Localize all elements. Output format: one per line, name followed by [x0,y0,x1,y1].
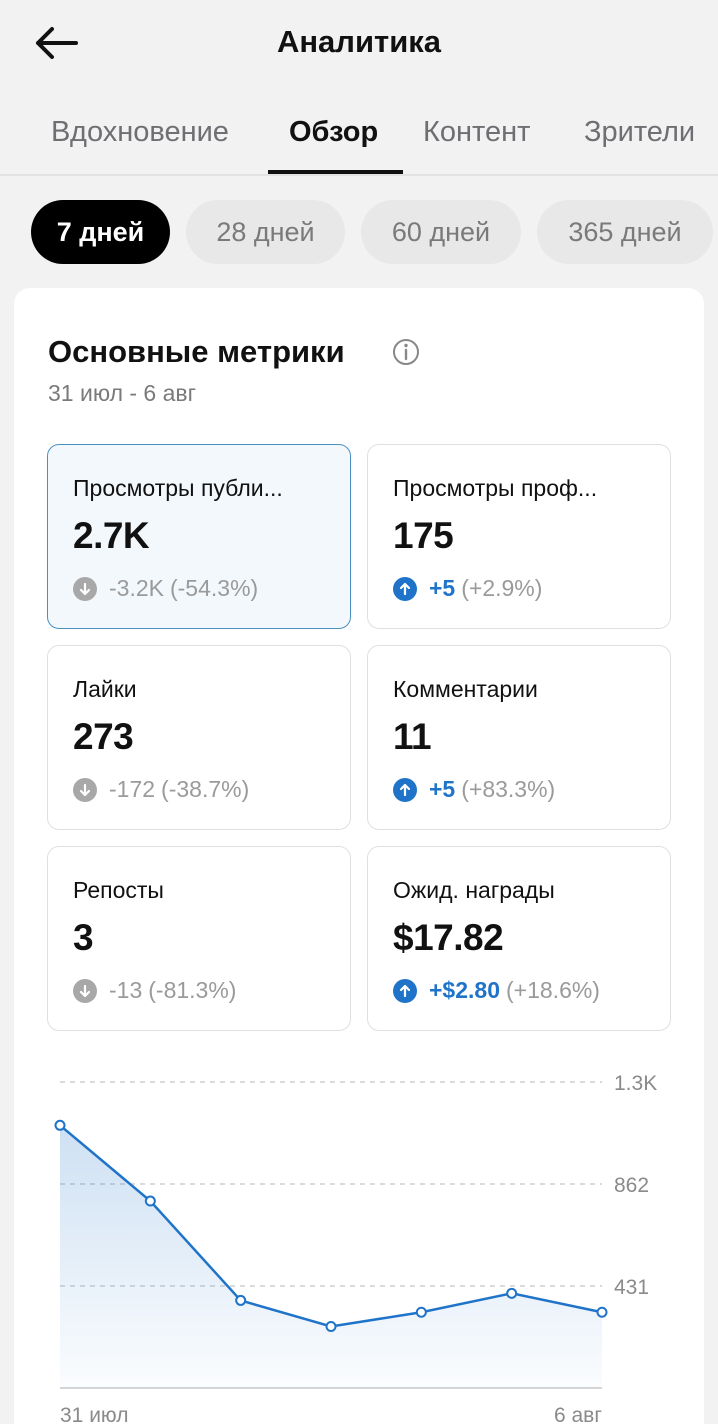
metric-delta: -13 [109,977,143,1003]
range-7-days-chip[interactable]: 7 дней [31,200,170,264]
y-tick-label: 1.3K [614,1072,657,1095]
section-title: Основные метрики [48,334,345,369]
metric-change: -13 (-81.3%) [73,977,236,1004]
metric-percent: (-38.7%) [161,776,250,802]
page-title: Аналитика [276,24,442,59]
metric-percent: (-54.3%) [169,575,259,601]
range-28-days-chip[interactable]: 28 дней [186,200,345,264]
date-range-label: 31 июл - 6 авг [48,380,197,406]
metric-card-expected-rewards[interactable]: Ожид. награды $17.82 +$2.80 (+18.6%) [367,846,671,1031]
metric-label: Комментарии [393,676,538,702]
metric-card-comments[interactable]: Комментарии 11 +5 (+83.3%) [367,645,671,830]
metric-card-profile-views[interactable]: Просмотры проф... 175 +5 (+2.9%) [367,444,671,629]
chart-data-point[interactable] [144,1195,156,1207]
metric-change: -172 (-38.7%) [73,776,249,803]
metric-change: +$2.80 (+18.6%) [393,977,600,1004]
tab-content[interactable]: Контент [423,116,530,149]
metric-value: 2.7K [73,515,150,556]
y-tick-label: 862 [614,1174,649,1197]
tab-overview[interactable]: Обзор [289,116,378,149]
info-icon[interactable] [392,338,420,366]
chart-data-point[interactable] [596,1306,608,1318]
metric-percent: (+83.3%) [461,776,556,802]
tab-viewers[interactable]: Зрители [584,116,695,149]
arrow-down-icon [73,978,97,1003]
range-365-days-chip[interactable]: 365 дней [537,200,713,264]
metric-label: Просмотры публи... [73,475,283,501]
metric-value: 3 [73,917,94,958]
arrow-down-icon [73,777,97,802]
metric-label: Репосты [73,877,164,903]
chart-area-fill [60,1125,602,1388]
tab-bar: Вдохновение Обзор Контент Зрители [0,98,718,176]
metric-label: Ожид. награды [393,877,555,903]
top-bar: Аналитика [0,0,718,92]
metrics-area-chart[interactable]: 431 862 1.3K 31 июл 6 авг [0,1050,718,1424]
metric-delta: +5 [429,776,456,802]
tab-inspiration[interactable]: Вдохновение [51,116,229,149]
arrow-up-icon [393,576,417,601]
metric-delta: -172 [109,776,156,802]
metric-label: Лайки [73,676,137,702]
metric-change: +5 (+83.3%) [393,776,555,803]
metric-label: Просмотры проф... [393,475,598,501]
chart-data-point[interactable] [54,1119,66,1131]
metric-percent: (-81.3%) [148,977,237,1003]
metric-value: 175 [393,515,454,556]
metric-percent: (+2.9%) [461,575,543,601]
metric-value: 11 [393,716,432,757]
chart-data-point[interactable] [506,1287,518,1299]
y-tick-label: 431 [614,1276,649,1299]
metric-card-likes[interactable]: Лайки 273 -172 (-38.7%) [47,645,351,830]
metric-change: -3.2K (-54.3%) [73,575,258,602]
chart-data-point[interactable] [415,1306,427,1318]
metric-delta: +5 [429,575,456,601]
date-range-chips: 7 дней 28 дней 60 дней 365 дней [0,200,718,266]
chart-data-point[interactable] [235,1294,247,1306]
x-tick-label: 31 июл [60,1404,128,1424]
metric-value: $17.82 [393,917,504,958]
arrow-up-icon [393,777,417,802]
metric-delta: -3.2K [109,575,164,601]
metric-change: +5 (+2.9%) [393,575,542,602]
x-tick-label: 6 авг [554,1404,602,1424]
chart-data-point[interactable] [325,1320,337,1332]
arrow-down-icon [73,576,97,601]
metric-value: 273 [73,716,134,757]
metric-card-reposts[interactable]: Репосты 3 -13 (-81.3%) [47,846,351,1031]
arrow-up-icon [393,978,417,1003]
metric-percent: (+18.6%) [506,977,600,1003]
metric-card-post-views[interactable]: Просмотры публи... 2.7K -3.2K (-54.3%) [47,444,351,629]
range-60-days-chip[interactable]: 60 дней [361,200,521,264]
active-tab-indicator [268,170,403,174]
metric-delta: +$2.80 [429,977,500,1003]
